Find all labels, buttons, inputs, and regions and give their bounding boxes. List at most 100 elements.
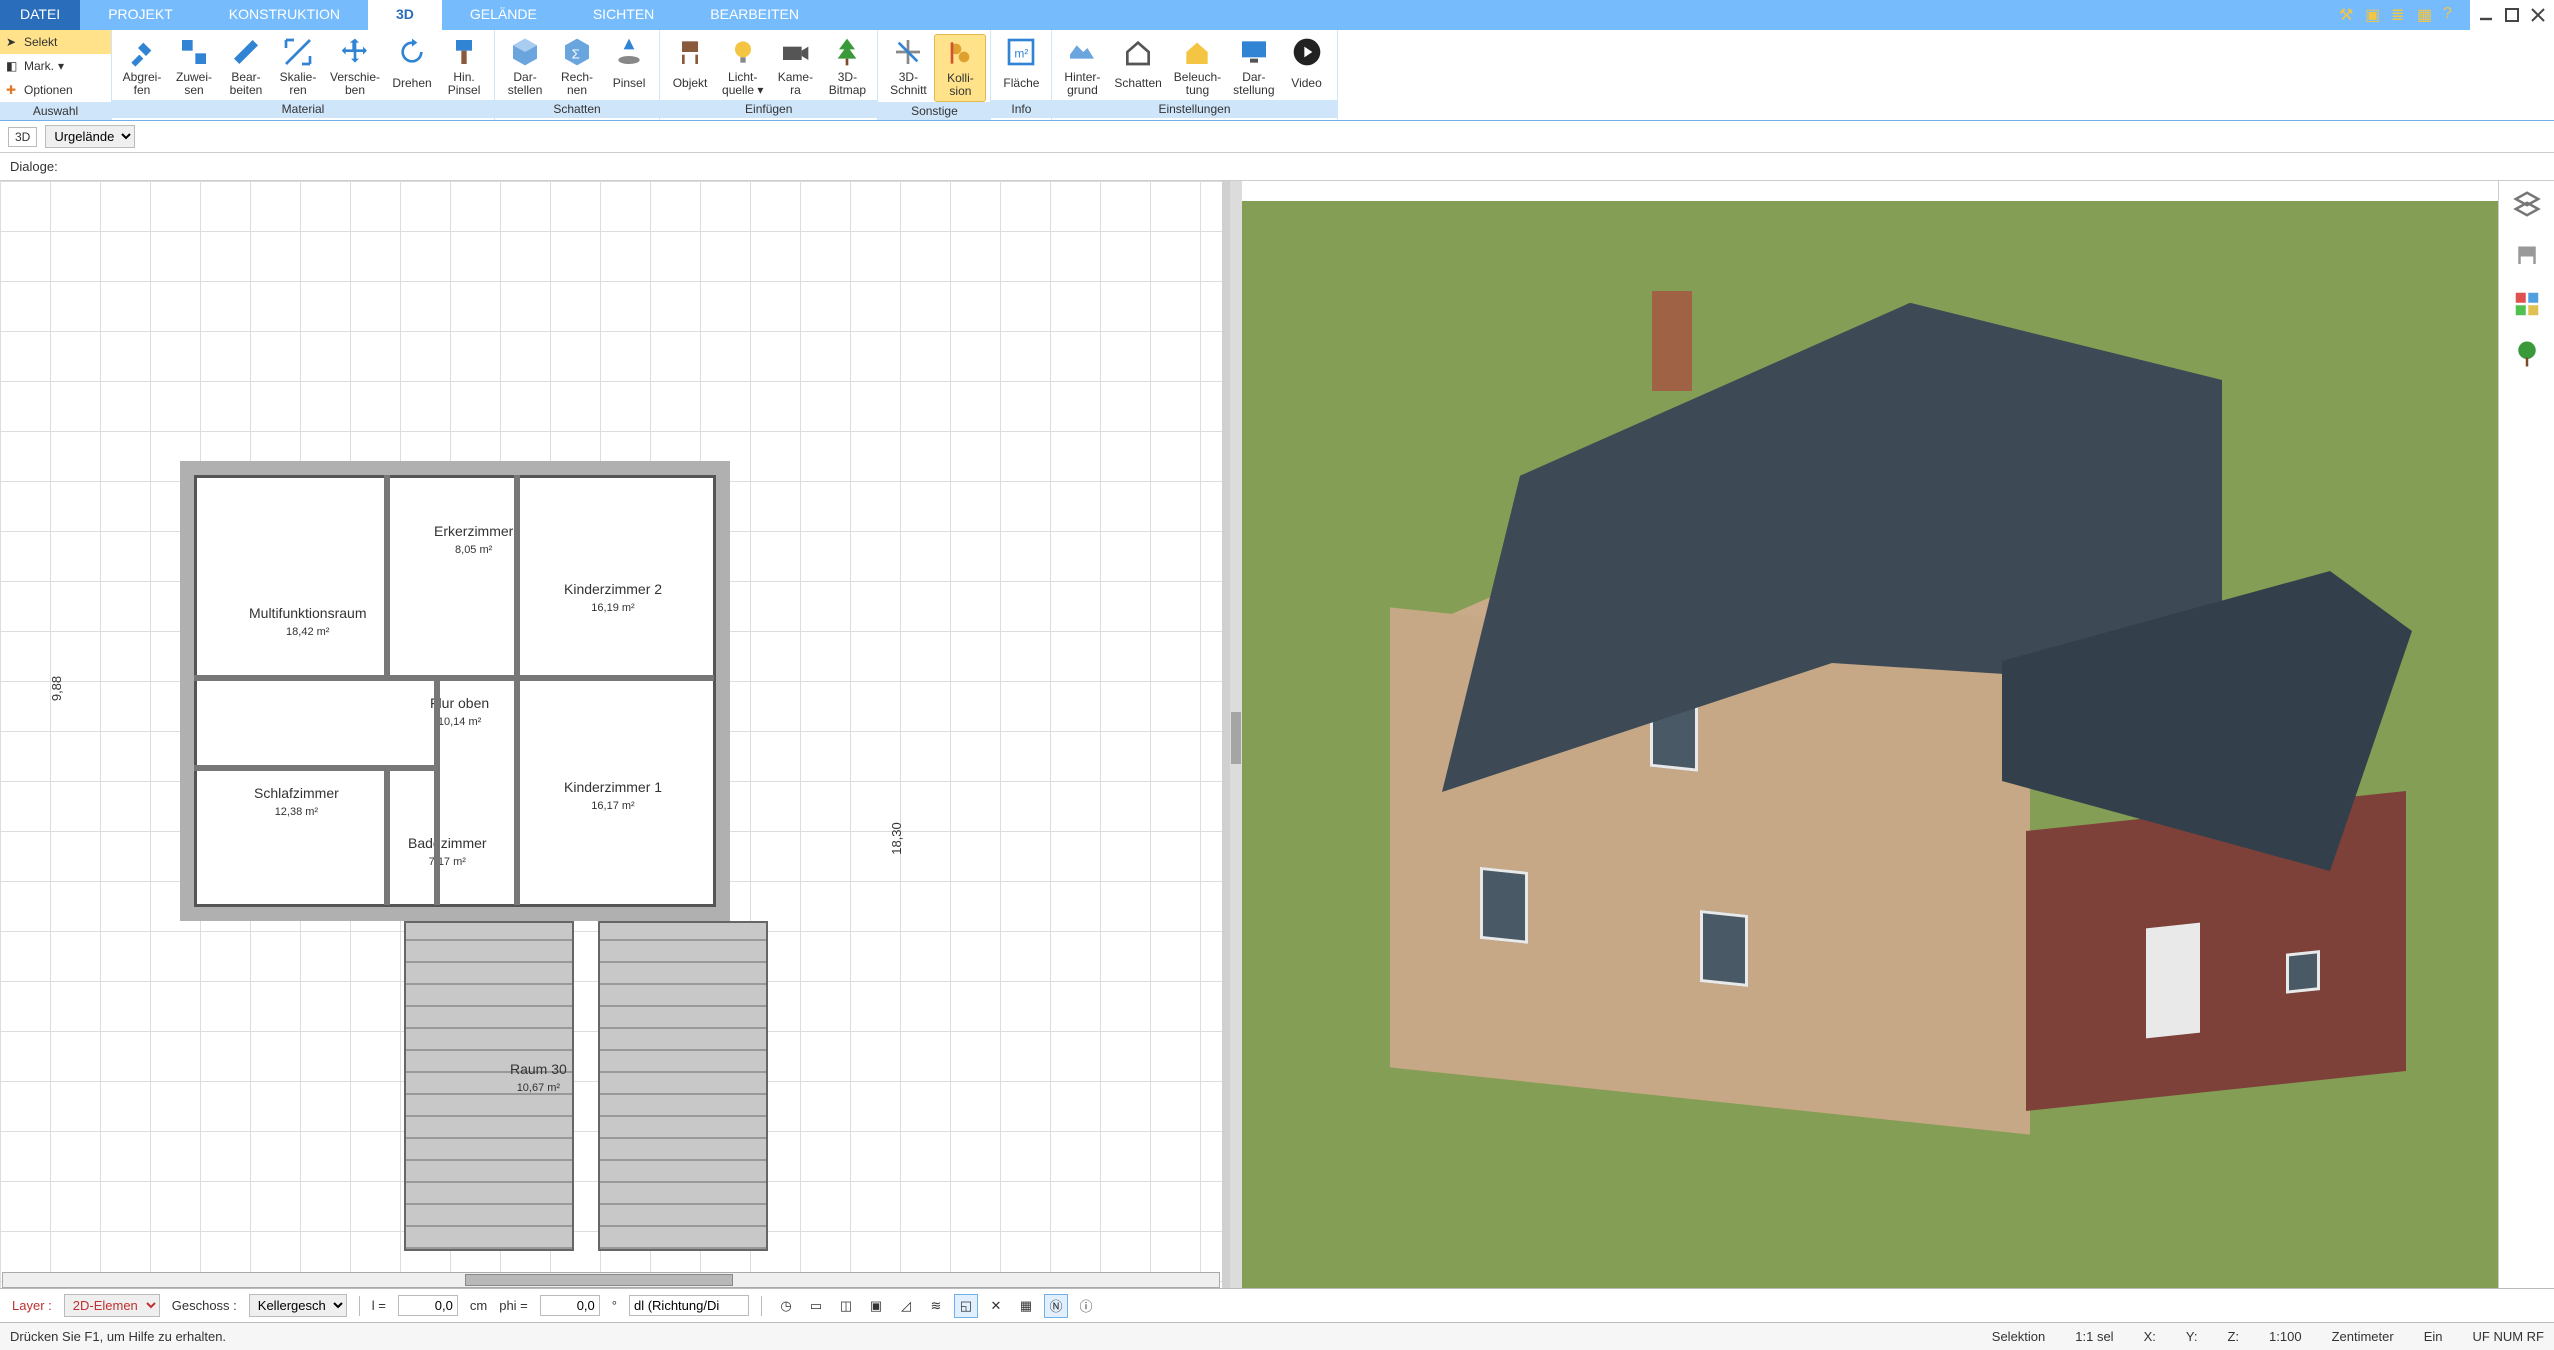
ribbon-drehen[interactable]: Drehen: [386, 34, 438, 100]
ribbon-hintergrund[interactable]: Hinter-grund: [1056, 34, 1108, 100]
ribbon: ➤Selekt ◧Mark.▾ ✚Optionen Auswahl Abgrei…: [0, 30, 2554, 121]
terrain-select[interactable]: Urgelände: [45, 125, 135, 148]
light-icon: [1181, 36, 1213, 68]
ribbon-objekt[interactable]: Objekt: [664, 34, 716, 100]
camera-icon: [779, 36, 811, 68]
help-icon[interactable]: ?: [2443, 5, 2463, 25]
plan-2d-view[interactable]: Erkerzimmer8,05 m²Kinderzimmer 216,19 m²…: [0, 181, 1230, 1288]
bulb-icon: [727, 36, 759, 68]
layers-stack-icon[interactable]: [2512, 189, 2542, 219]
menu-3d[interactable]: 3D: [368, 0, 442, 30]
ribbon-lichtquelle[interactable]: Licht-quelle ▾: [716, 34, 769, 100]
ribbon-bitmap[interactable]: 3D-Bitmap: [821, 34, 873, 100]
minimize-icon[interactable]: [2476, 5, 2496, 25]
ribbon-schnitt[interactable]: 3D-Schnitt: [882, 34, 934, 102]
chevron-down-icon: ▾: [58, 59, 64, 73]
transp-icon[interactable]: ◱: [954, 1294, 978, 1318]
ribbon-kamera[interactable]: Kame-ra: [769, 34, 821, 100]
ribbon-flaeche[interactable]: m²Fläche: [995, 34, 1047, 100]
overlap-icon[interactable]: ◫: [834, 1294, 858, 1318]
phi-input[interactable]: [540, 1295, 600, 1316]
screen-icon[interactable]: ▭: [804, 1294, 828, 1318]
edit-icon: [230, 36, 262, 68]
floor-plan: Erkerzimmer8,05 m²Kinderzimmer 216,19 m²…: [180, 461, 730, 921]
window-icon[interactable]: ▣: [2365, 5, 2385, 25]
maximize-icon[interactable]: [2502, 5, 2522, 25]
house-model: [1302, 251, 2412, 1151]
cursor-icon: ➤: [6, 35, 20, 49]
layer-select[interactable]: 2D-Elemen: [64, 1294, 160, 1317]
ribbon-video[interactable]: Video: [1281, 34, 1333, 100]
ribbon-abgreifen[interactable]: Abgrei-fen: [116, 34, 168, 100]
palette-icon[interactable]: [2512, 289, 2542, 319]
status-flags: UF NUM RF: [2473, 1329, 2545, 1344]
settings-icon[interactable]: ⚒: [2339, 5, 2359, 25]
plus-icon: ✚: [6, 83, 20, 97]
svg-text:Σ: Σ: [572, 47, 580, 62]
menu-konstruktion[interactable]: KONSTRUKTION: [201, 0, 368, 30]
move-icon: [339, 36, 371, 68]
room-label: Kinderzimmer 116,17 m²: [564, 779, 662, 813]
room-label: Badezimmer7,17 m²: [408, 835, 487, 869]
angle-icon[interactable]: ◿: [894, 1294, 918, 1318]
view-3d[interactable]: [1242, 181, 2498, 1288]
grid-icon[interactable]: ▦: [2417, 5, 2437, 25]
svg-text:m²: m²: [1015, 46, 1029, 60]
geschoss-select[interactable]: Kellergesch: [249, 1294, 347, 1317]
ribbon-verschieben[interactable]: Verschie-ben: [324, 34, 386, 100]
info-icon[interactable]: ⓘ: [1074, 1294, 1098, 1318]
menu-gelaende[interactable]: GELÄNDE: [442, 0, 565, 30]
house-shadow-icon: [1122, 36, 1154, 68]
ribbon-darstellen[interactable]: Dar-stellen: [499, 34, 551, 100]
aux-mark[interactable]: ◧Mark.▾: [0, 54, 111, 78]
horizontal-scrollbar[interactable]: [2, 1272, 1220, 1288]
paint-icon[interactable]: ▣: [864, 1294, 888, 1318]
cross-icon[interactable]: ✕: [984, 1294, 1008, 1318]
aux-options[interactable]: ✚Optionen: [0, 78, 111, 102]
ribbon-skalieren[interactable]: Skalie-ren: [272, 34, 324, 100]
close-icon[interactable]: [2528, 5, 2548, 25]
menu-datei[interactable]: DATEI: [0, 0, 80, 30]
ribbon-pinsel[interactable]: Pinsel: [603, 34, 655, 100]
status-ein: Ein: [2424, 1329, 2443, 1344]
north-icon[interactable]: Ⓝ: [1044, 1294, 1068, 1318]
menu-projekt[interactable]: PROJEKT: [80, 0, 201, 30]
area-icon: m²: [1005, 36, 1037, 68]
menu-sichten[interactable]: SICHTEN: [565, 0, 682, 30]
dim: 18,30: [889, 822, 904, 855]
shadow-brush-icon: [613, 36, 645, 68]
room-label: Schlafzimmer12,38 m²: [254, 785, 339, 819]
workspace: Erkerzimmer8,05 m²Kinderzimmer 216,19 m²…: [0, 181, 2554, 1288]
eyedropper-icon: [126, 36, 158, 68]
view-mode-label: 3D: [8, 127, 37, 147]
ribbon-zuweisen[interactable]: Zuwei-sen: [168, 34, 220, 100]
status-x: X:: [2144, 1329, 2156, 1344]
length-input[interactable]: [398, 1295, 458, 1316]
dialoge-label: Dialoge:: [10, 159, 58, 174]
gridsnap-icon[interactable]: ▦: [1014, 1294, 1038, 1318]
ribbon-bearbeiten[interactable]: Bear-beiten: [220, 34, 272, 100]
furniture-icon[interactable]: [2512, 239, 2542, 269]
layer-label: Layer :: [12, 1298, 52, 1313]
layers-icon[interactable]: ≣: [2391, 5, 2411, 25]
ribbon-schatten-set[interactable]: Schatten: [1108, 34, 1167, 100]
clock-icon[interactable]: ◷: [774, 1294, 798, 1318]
menu-bearbeiten[interactable]: BEARBEITEN: [682, 0, 827, 30]
ribbon-rechnen[interactable]: ΣRech-nen: [551, 34, 603, 100]
status-bar: Drücken Sie F1, um Hilfe zu erhalten. Se…: [0, 1322, 2554, 1350]
dl-input[interactable]: [629, 1295, 749, 1316]
group-label: Info: [991, 100, 1051, 118]
ribbon-kollision[interactable]: Kolli-sion: [934, 34, 986, 102]
stairwell: Raum 3010,67 m²: [380, 921, 792, 1288]
geschoss-label: Geschoss :: [172, 1298, 237, 1313]
ribbon-beleuchtung[interactable]: Beleuch-tung: [1168, 34, 1227, 100]
ribbon-darstellung[interactable]: Dar-stellung: [1227, 34, 1280, 100]
layers2-icon[interactable]: ≋: [924, 1294, 948, 1318]
status-help: Drücken Sie F1, um Hilfe zu erhalten.: [10, 1329, 226, 1344]
tree-side-icon[interactable]: [2512, 339, 2542, 369]
room-label: Multifunktionsraum18,42 m²: [249, 605, 367, 639]
pane-divider[interactable]: [1230, 181, 1242, 1288]
cube-icon: [509, 36, 541, 68]
ribbon-hinpinsel[interactable]: Hin.Pinsel: [438, 34, 490, 100]
aux-select[interactable]: ➤Selekt: [0, 30, 111, 54]
